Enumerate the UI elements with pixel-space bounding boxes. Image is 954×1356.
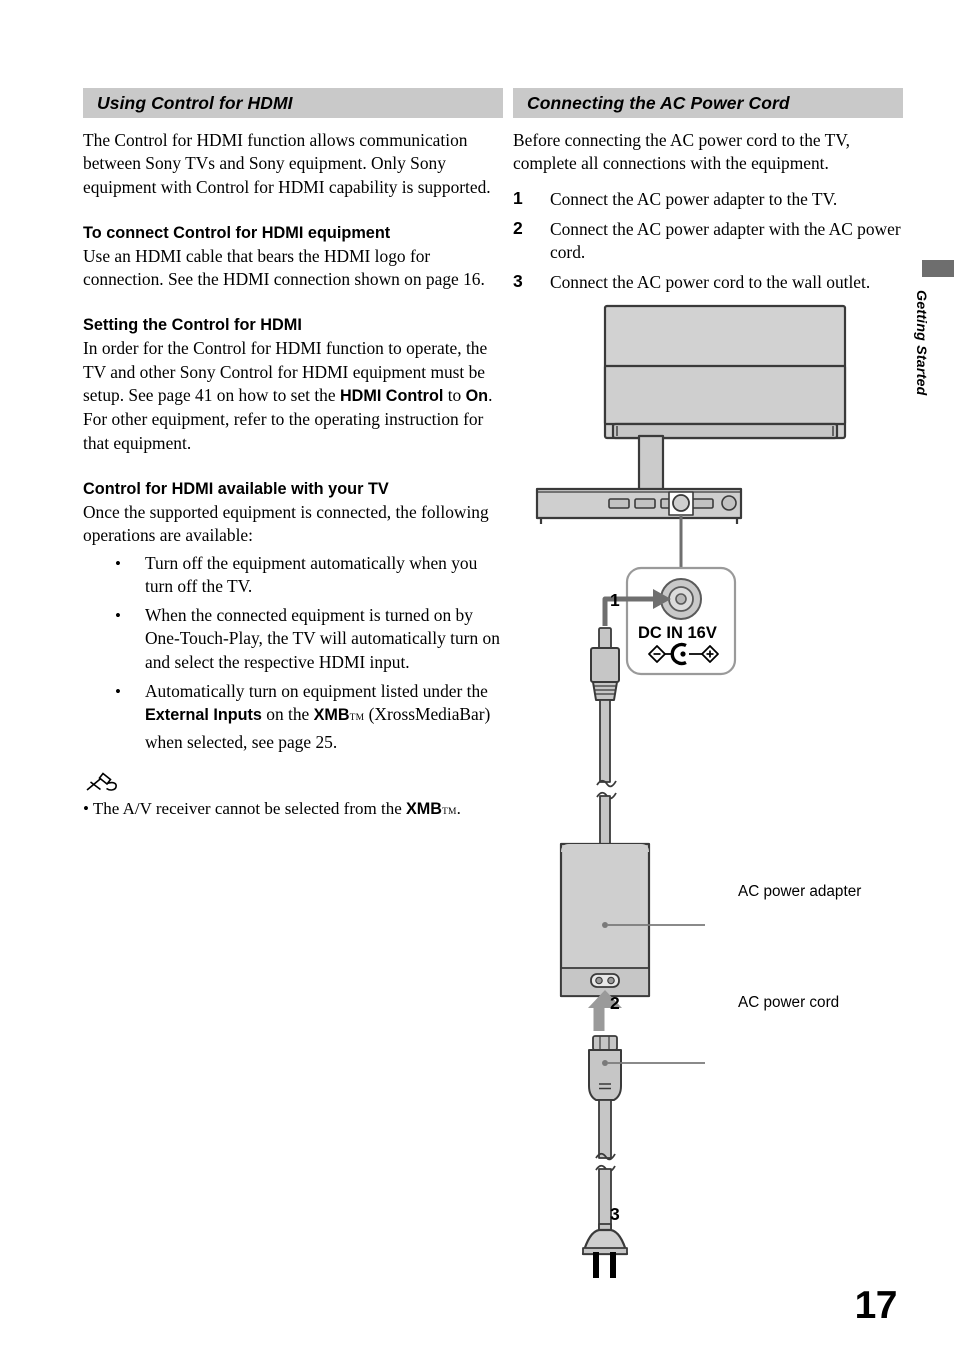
step-text: Connect the AC power cord to the wall ou… [550, 272, 871, 293]
socket-pin-1 [595, 976, 603, 985]
prong-2 [610, 1252, 616, 1278]
section-heading-power: Connecting the AC Power Cord [513, 88, 903, 118]
side-tab-marker [922, 260, 954, 277]
setting-hdmi-paragraph: In order for the Control for HDMI functi… [83, 337, 503, 454]
list-item-text: Turn off the equipment automatically whe… [145, 552, 478, 596]
hdmi-feature-list: • Turn off the equipment automatically w… [83, 552, 503, 754]
list-item: • Turn off the equipment automatically w… [83, 552, 503, 599]
wall-plug-prongs [593, 1252, 616, 1278]
list-item: 1 Connect the AC power adapter to the TV… [513, 188, 903, 211]
subheading-setting-hdmi: Setting the Control for HDMI [83, 316, 302, 335]
dc-plug-strain-relief [592, 681, 618, 701]
cord-connector-body [588, 1049, 622, 1101]
subheading-available-hdmi: Control for HDMI available with your TV [83, 479, 389, 498]
power-steps-list: 1 Connect the AC power adapter to the TV… [513, 188, 903, 295]
note-text: • The A/V receiver cannot be selected fr… [83, 798, 503, 823]
adapter-label-dot [602, 922, 608, 928]
dc-plug-barrel [590, 647, 620, 683]
tv-port-2 [634, 498, 656, 509]
prong-1 [593, 1252, 599, 1278]
step-number: 2 [513, 217, 523, 238]
ac-power-cord-label: AC power cord [738, 994, 840, 1011]
dc-plug-tip [598, 627, 612, 651]
bullet-icon: • [115, 553, 121, 573]
list-item-text-1: Automatically turn on equipment listed u… [145, 681, 488, 702]
cord-label-dot [602, 1060, 608, 1066]
figure-marker-1: 1 [610, 590, 620, 610]
bullet-icon: • [115, 682, 121, 702]
tv-rear-panel [603, 364, 847, 426]
step-text: Connect the AC power adapter with the AC… [550, 218, 901, 263]
hdmi-intro-paragraph: The Control for HDMI function allows com… [83, 130, 491, 197]
pencil-note-glyph [86, 772, 117, 791]
connect-hdmi-paragraph: Use an HDMI cable that bears the HDMI lo… [83, 245, 485, 290]
external-inputs-bold: External Inputs [145, 706, 262, 725]
on-bold: On [465, 387, 489, 406]
manual-page: Using Control for HDMI The Control for H… [0, 0, 954, 1356]
xmb-bold-note: XMB [406, 799, 442, 818]
power-intro-paragraph: Before connecting the AC power cord to t… [513, 130, 850, 174]
xmb-bold: XMB [313, 706, 350, 725]
tv-stand-neck [637, 434, 665, 494]
dc-in-callout-label: DC IN 16V [638, 624, 717, 642]
subheading-connect-hdmi: To connect Control for HDMI equipment [83, 223, 391, 242]
cord-connector-tip [592, 1035, 618, 1051]
ac-power-connection-diagram: DC IN 16V 1 2 3 AC power adapter AC powe… [513, 296, 913, 1278]
trademark-mark: TM [349, 713, 365, 724]
step-text: Connect the AC power adapter to the TV. [550, 188, 838, 209]
note-text-2: . [456, 798, 461, 818]
list-item-text: When the connected equipment is turned o… [145, 605, 500, 672]
left-column: Using Control for HDMI The Control for H… [83, 88, 503, 823]
socket-pin-2 [607, 976, 615, 985]
dc-jack-on-tv [672, 494, 690, 512]
tv-port-4 [690, 498, 714, 509]
figure-marker-3: 3 [610, 1204, 620, 1224]
dc-cable-lower [599, 795, 611, 845]
connection-illustration [535, 304, 847, 1256]
step-number: 1 [513, 187, 523, 208]
trademark-mark: TM [441, 806, 457, 817]
dc-in-jack-pin [675, 593, 687, 605]
dc-cable-upper [599, 699, 611, 783]
list-item-text-2: on the [261, 704, 314, 725]
list-item: 2 Connect the AC power adapter with the … [513, 218, 903, 265]
page-number: 17 [854, 1284, 898, 1327]
hdmi-control-bold: HDMI Control [339, 387, 444, 406]
list-item: • Automatically turn on equipment listed… [83, 680, 503, 754]
ac-power-adapter-label: AC power adapter [738, 883, 862, 900]
section-heading-hdmi: Using Control for HDMI [83, 88, 503, 118]
setting-hdmi-text-2: to [443, 385, 466, 406]
right-column: Connecting the AC Power Cord Before conn… [513, 88, 903, 302]
list-item: 3 Connect the AC power cord to the wall … [513, 271, 903, 294]
pencil-note-icon [83, 770, 503, 796]
bullet-icon: • [115, 606, 121, 626]
list-item: • When the connected equipment is turned… [83, 604, 503, 674]
tv-port-round [721, 495, 737, 511]
available-hdmi-paragraph: Once the supported equipment is connecte… [83, 501, 489, 546]
figure-marker-2: 2 [610, 993, 620, 1013]
tv-port-1 [608, 498, 630, 509]
note-text-1: • The A/V receiver cannot be selected fr… [83, 798, 406, 818]
ac-cord-upper [598, 1099, 612, 1159]
step-number: 3 [513, 271, 523, 292]
